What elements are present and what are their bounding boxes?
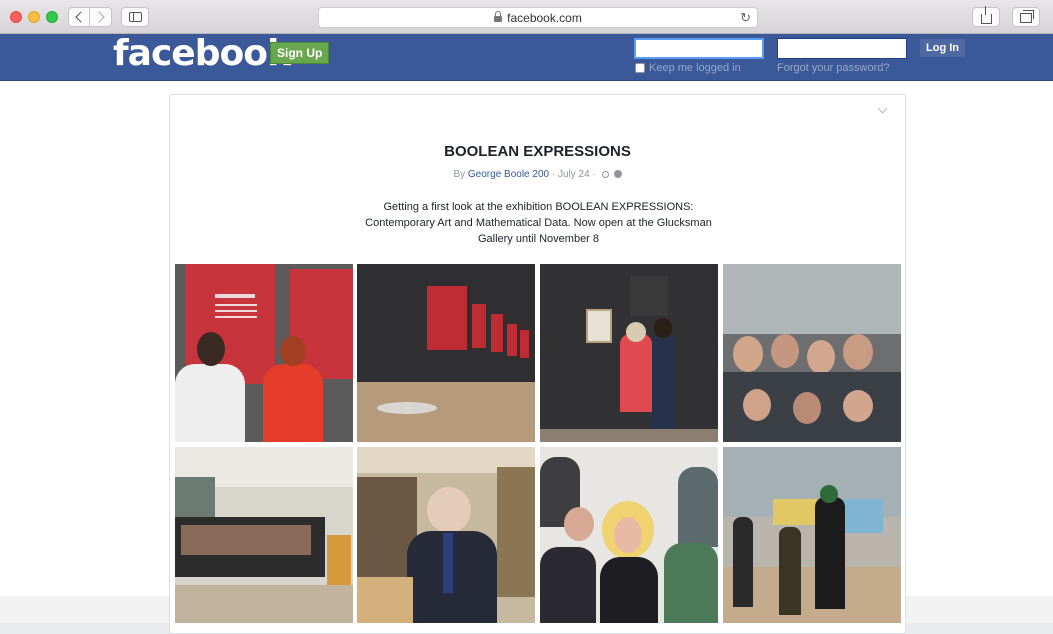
minimize-window-button[interactable] — [28, 11, 40, 23]
show-tabs-button[interactable] — [1012, 7, 1040, 27]
photo-4[interactable] — [723, 264, 901, 442]
photo-1[interactable] — [175, 264, 353, 442]
url-text: facebook.com — [507, 10, 582, 25]
post-date: · July 24 · — [549, 169, 599, 180]
close-window-button[interactable] — [10, 11, 22, 23]
photo-6[interactable] — [357, 447, 535, 623]
email-field[interactable] — [634, 38, 764, 59]
globe-icon — [613, 170, 622, 178]
facebook-logo[interactable]: facebook — [113, 33, 291, 74]
clock-icon — [601, 171, 609, 178]
share-button[interactable] — [972, 6, 1000, 27]
post-body: Getting a first look at the exhibition B… — [365, 201, 712, 245]
forward-button[interactable] — [90, 7, 112, 27]
lock-icon — [494, 11, 503, 22]
zoom-window-button[interactable] — [46, 11, 58, 23]
signup-button[interactable]: Sign Up — [270, 42, 330, 64]
keep-logged-in-label[interactable]: Keep me logged in — [649, 62, 741, 74]
back-button[interactable] — [68, 7, 90, 27]
address-bar[interactable]: facebook.com ↻ — [318, 7, 758, 28]
photo-2[interactable] — [357, 264, 535, 442]
password-field[interactable] — [777, 38, 907, 59]
author-link[interactable]: George Boole 200 — [468, 169, 549, 180]
post-title: BOOLEAN EXPRESSIONS — [444, 143, 631, 160]
chevron-down-icon[interactable] — [877, 103, 888, 114]
photo-7[interactable] — [540, 447, 718, 623]
tabs-icon — [1020, 10, 1034, 23]
photo-3[interactable] — [540, 264, 718, 442]
facebook-header: facebook Sign Up Log In Keep me logged i… — [0, 33, 1053, 81]
sidebar-toggle-button[interactable] — [121, 7, 149, 27]
login-button[interactable]: Log In — [919, 38, 966, 58]
keep-logged-in-checkbox[interactable] — [635, 63, 645, 73]
share-icon — [980, 6, 992, 24]
chevron-right-icon — [93, 11, 105, 23]
photo-8[interactable] — [723, 447, 901, 623]
sidebar-icon — [128, 12, 142, 22]
photo-5[interactable] — [175, 447, 353, 623]
browser-toolbar: facebook.com ↻ — [0, 0, 1053, 34]
reload-icon[interactable]: ↻ — [740, 10, 751, 26]
forgot-password-link[interactable]: Forgot your password? — [777, 62, 890, 74]
post-meta: By George Boole 200 · July 24 · — [170, 169, 905, 180]
chevron-left-icon — [74, 11, 87, 23]
by-prefix: By — [453, 169, 468, 180]
